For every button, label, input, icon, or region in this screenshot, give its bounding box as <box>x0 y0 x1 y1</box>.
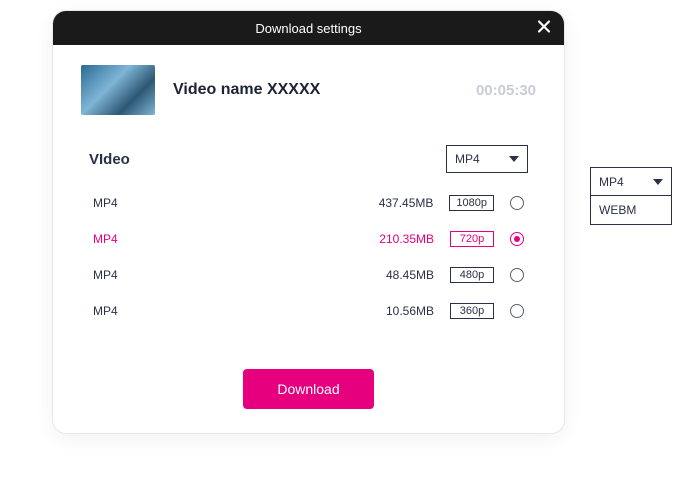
format-dropdown-option-label: WEBM <box>599 203 636 217</box>
resolution-badge: 480p <box>450 267 494 283</box>
close-icon[interactable] <box>536 19 552 38</box>
chevron-down-icon <box>653 179 663 185</box>
download-settings-modal: Download settings Video name XXXXX 00:05… <box>52 10 565 434</box>
option-format: MP4 <box>93 232 363 246</box>
video-section-header: VIdeo MP4 <box>81 145 536 173</box>
video-thumbnail <box>81 65 155 115</box>
quality-option-row[interactable]: MP4 10.56MB 360p <box>81 293 536 329</box>
resolution-badge: 360p <box>450 303 494 319</box>
format-dropdown-value: MP4 <box>599 175 624 189</box>
video-header: Video name XXXXX 00:05:30 <box>81 65 536 115</box>
chevron-down-icon <box>509 156 519 162</box>
quality-option-row[interactable]: MP4 48.45MB 480p <box>81 257 536 293</box>
format-select-value: MP4 <box>455 152 480 166</box>
quality-option-row[interactable]: MP4 210.35MB 720p <box>81 221 536 257</box>
modal-footer: Download <box>81 369 536 409</box>
option-radio[interactable] <box>510 304 524 318</box>
option-format: MP4 <box>93 268 370 282</box>
option-format: MP4 <box>93 304 370 318</box>
format-dropdown-open: MP4 WEBM <box>590 167 672 225</box>
format-dropdown-option[interactable]: WEBM <box>591 196 671 224</box>
video-duration: 00:05:30 <box>476 82 536 99</box>
format-dropdown-selected[interactable]: MP4 <box>591 168 671 196</box>
option-radio[interactable] <box>510 268 524 282</box>
quality-option-row[interactable]: MP4 437.45MB 1080p <box>81 185 536 221</box>
download-button[interactable]: Download <box>243 369 373 409</box>
format-select[interactable]: MP4 <box>446 145 528 173</box>
resolution-badge: 1080p <box>449 195 494 211</box>
option-size: 210.35MB <box>379 232 434 246</box>
option-size: 437.45MB <box>379 196 434 210</box>
option-size: 10.56MB <box>386 304 434 318</box>
section-label: VIdeo <box>89 151 130 168</box>
option-format: MP4 <box>93 196 363 210</box>
option-size: 48.45MB <box>386 268 434 282</box>
modal-header: Download settings <box>53 11 564 45</box>
option-radio[interactable] <box>510 232 524 246</box>
resolution-badge: 720p <box>450 231 494 247</box>
modal-title: Download settings <box>255 21 361 36</box>
option-radio[interactable] <box>510 196 524 210</box>
modal-body: Video name XXXXX 00:05:30 VIdeo MP4 MP4 … <box>53 45 564 433</box>
video-title: Video name XXXXX <box>173 81 458 99</box>
